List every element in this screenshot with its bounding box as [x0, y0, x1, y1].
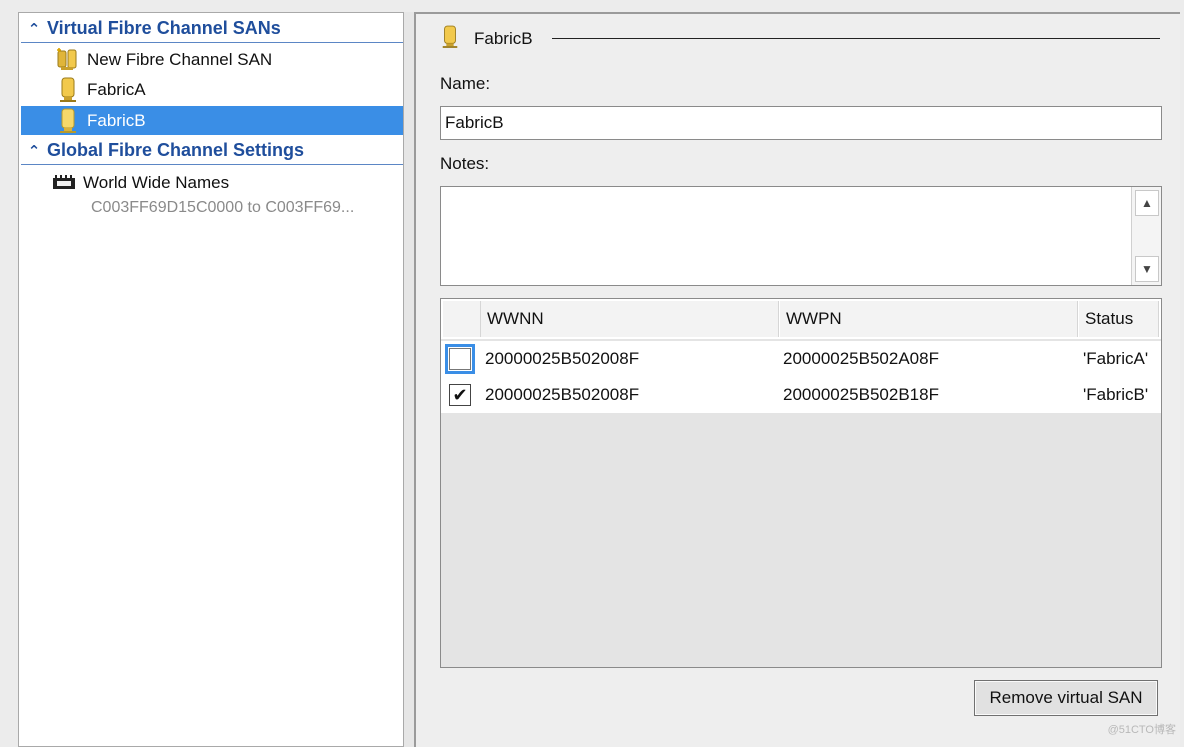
- section-title: Global Fibre Channel Settings: [47, 140, 305, 160]
- scroll-down-icon[interactable]: ▼: [1135, 256, 1159, 282]
- name-field[interactable]: [440, 106, 1162, 140]
- column-header-wwpn[interactable]: WWPN: [780, 301, 1078, 337]
- tree-item-fabricb[interactable]: FabricB: [21, 106, 403, 135]
- fabric-icon: [53, 77, 83, 103]
- double-chevron-up-icon[interactable]: ⌃: [21, 142, 47, 160]
- tree-item-label: FabricB: [87, 110, 146, 130]
- remove-virtual-san-button[interactable]: Remove virtual SAN: [974, 680, 1158, 716]
- section-title: Virtual Fibre Channel SANs: [47, 18, 281, 38]
- wwpn-cell: 20000025B502B18F: [783, 385, 939, 404]
- notes-field[interactable]: ▲ ▼: [440, 186, 1162, 286]
- fabric-icon: [53, 108, 83, 134]
- tree-item-new-fc-san[interactable]: New Fibre Channel SAN: [21, 45, 403, 74]
- tree-item-label: World Wide Names: [83, 172, 230, 192]
- wwn-grid: WWNN WWPN Status 20000025B502008F 200000…: [440, 298, 1162, 668]
- pane-splitter[interactable]: [404, 12, 414, 747]
- group-title: FabricB: [474, 29, 533, 48]
- table-row[interactable]: 20000025B502008F 20000025B502A08F 'Fabri…: [441, 341, 1161, 377]
- wwnn-cell: 20000025B502008F: [485, 349, 640, 368]
- column-header-check[interactable]: [443, 301, 481, 337]
- tree-item-label: New Fibre Channel SAN: [87, 49, 273, 69]
- wwnn-cell: 20000025B502008F: [485, 385, 640, 404]
- grid-header: WWNN WWPN Status: [441, 299, 1161, 339]
- new-san-icon: [53, 47, 83, 72]
- watermark: @51CTO博客: [1107, 724, 1176, 736]
- detail-pane: FabricB Name: Notes: ▲ ▼ WWNN WWPN Statu…: [414, 12, 1180, 747]
- name-label: Name:: [440, 74, 491, 93]
- section-header-global-fc-settings[interactable]: ⌃ Global Fibre Channel Settings: [21, 137, 403, 165]
- column-header-status[interactable]: Status: [1079, 301, 1159, 337]
- tree-item-label: FabricA: [87, 79, 146, 99]
- tree-item-fabrica[interactable]: FabricA: [21, 75, 403, 104]
- notes-label: Notes:: [440, 154, 490, 173]
- group-header: FabricB: [440, 24, 533, 54]
- wwn-range-text: C003FF69D15C0000 to C003FF69...: [91, 199, 355, 216]
- wwn-chip-icon: [49, 173, 79, 193]
- status-cell: 'FabricB': [1083, 385, 1149, 404]
- tree-item-world-wide-names[interactable]: World Wide Names: [21, 168, 403, 197]
- navigation-tree: ⌃ Virtual Fibre Channel SANs New Fibre C…: [18, 12, 404, 747]
- checkmark-icon: ✔: [452, 385, 468, 405]
- wwpn-cell: 20000025B502A08F: [783, 349, 939, 368]
- fabric-icon: [440, 24, 460, 55]
- notes-scrollbar[interactable]: ▲ ▼: [1131, 187, 1161, 285]
- status-cell: 'FabricA': [1083, 349, 1149, 368]
- row-checkbox[interactable]: ✔: [449, 384, 471, 406]
- row-checkbox[interactable]: [445, 344, 475, 374]
- scroll-up-icon[interactable]: ▲: [1135, 190, 1159, 216]
- table-row[interactable]: ✔ 20000025B502008F 20000025B502B18F 'Fab…: [441, 377, 1161, 413]
- column-header-wwnn[interactable]: WWNN: [481, 301, 779, 337]
- double-chevron-up-icon[interactable]: ⌃: [21, 20, 47, 38]
- group-divider: [552, 38, 1160, 39]
- section-header-virtual-fc-sans[interactable]: ⌃ Virtual Fibre Channel SANs: [21, 15, 403, 43]
